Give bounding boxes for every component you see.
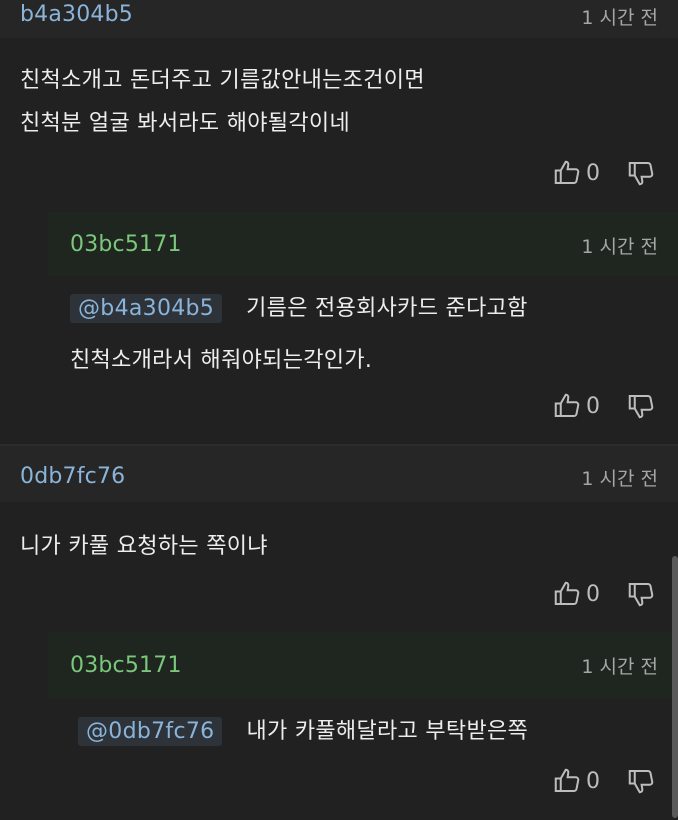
mention-tag[interactable]: @b4a304b5 (70, 294, 223, 323)
comment-time: 1 시간 전 (581, 7, 658, 29)
comment-text-line-1: 친척소개고 돈더주고 기름값안내는조건이면 (20, 68, 425, 93)
thumbs-up-icon[interactable] (552, 579, 582, 609)
thumbs-up-icon[interactable] (552, 766, 582, 796)
comment-text-line-2: 친척분 얼굴 봐서라도 해야될각이네 (20, 111, 350, 136)
like-count: 0 (586, 393, 600, 419)
comment-author[interactable]: b4a304b5 (20, 2, 133, 27)
thumbs-down-icon[interactable] (626, 579, 656, 609)
reply-time: 1 시간 전 (581, 656, 658, 678)
reply-author[interactable]: 03bc5171 (70, 653, 182, 678)
thumbs-down-icon[interactable] (626, 391, 656, 421)
reply-text-line-1: @b4a304b5 기름은 전용회사카드 준다고함 (70, 290, 528, 323)
comment-time: 1 시간 전 (581, 468, 658, 490)
comment-1: b4a304b5 1 시간 전 친척소개고 돈더주고 기름값안내는조건이면 친척… (0, 0, 678, 158)
like-count: 0 (586, 160, 600, 186)
comment-1-votes: 0 (552, 156, 656, 190)
thumbs-up-icon[interactable] (552, 158, 582, 188)
reply-1-votes: 0 (552, 389, 656, 423)
reply-text: 내가 카풀해달라고 부탁받은쪽 (246, 719, 529, 744)
reply-text: 기름은 전용회사카드 준다고함 (246, 296, 528, 321)
like-count: 0 (586, 768, 600, 794)
reply-2-votes: 0 (552, 764, 656, 798)
reply-text-line-1: @0db7fc76 내가 카풀해달라고 부탁받은쪽 (78, 713, 528, 746)
reply-time: 1 시간 전 (581, 236, 658, 258)
comment-author[interactable]: 0db7fc76 (20, 464, 125, 489)
thumbs-down-icon[interactable] (626, 766, 656, 796)
thumbs-up-icon[interactable] (552, 391, 582, 421)
reply-author[interactable]: 03bc5171 (70, 232, 182, 257)
comment-2-votes: 0 (552, 577, 656, 611)
comment-text-line-1: 니가 카풀 요청하는 쪽이냐 (20, 534, 268, 559)
mention-tag[interactable]: @0db7fc76 (78, 717, 223, 746)
like-count: 0 (586, 581, 600, 607)
thumbs-down-icon[interactable] (626, 158, 656, 188)
scrollbar[interactable] (672, 556, 678, 818)
reply-text-line-2: 친척소개라서 해줘야되는각인가. (70, 348, 373, 373)
